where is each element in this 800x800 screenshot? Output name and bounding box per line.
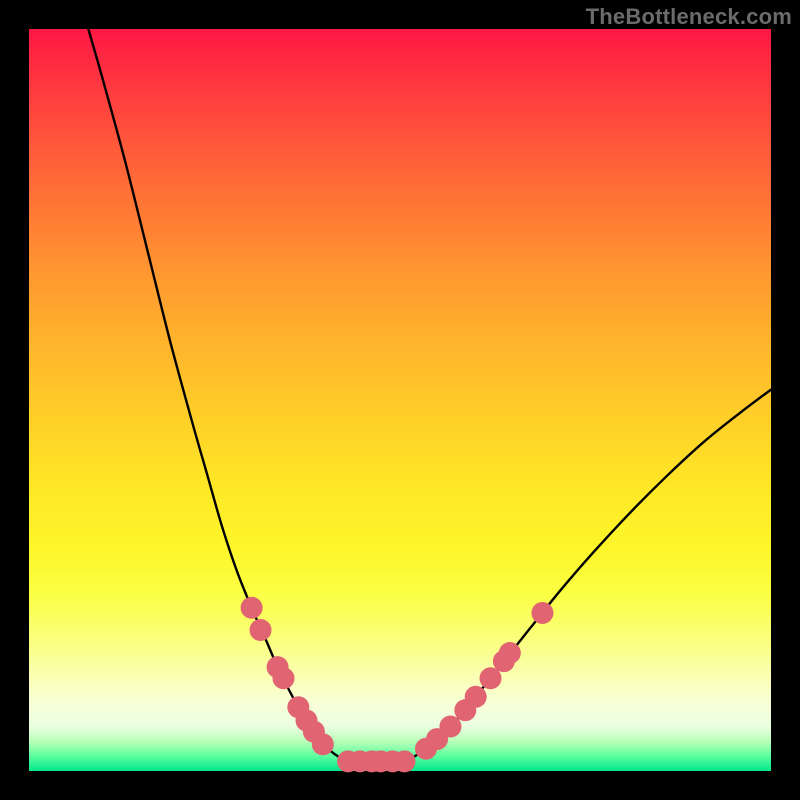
curve-left-curve — [88, 29, 348, 761]
highlight-dot — [465, 686, 487, 708]
chart-svg — [29, 29, 771, 771]
highlight-dot — [393, 750, 415, 772]
highlight-dot — [439, 715, 461, 737]
highlight-dot — [241, 597, 263, 619]
highlight-dot — [499, 642, 521, 664]
highlight-dot — [531, 602, 553, 624]
highlight-dot — [250, 619, 272, 641]
highlight-dot — [312, 733, 334, 755]
chart-area — [29, 29, 771, 771]
highlight-dot — [273, 667, 295, 689]
watermark-text: TheBottleneck.com — [586, 4, 792, 30]
